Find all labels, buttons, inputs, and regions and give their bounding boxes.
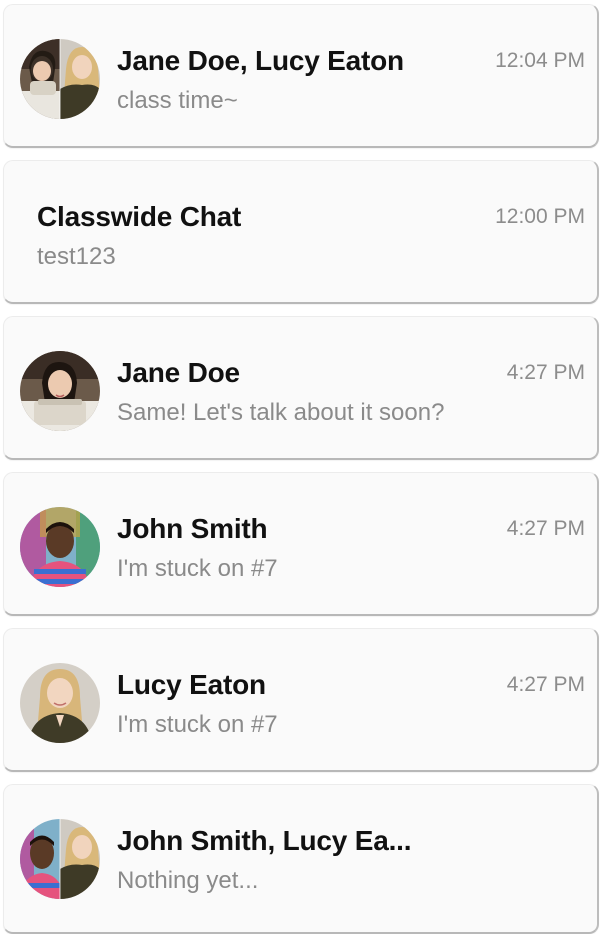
conversation-preview: I'm stuck on #7 — [117, 555, 278, 582]
conversation-name: Jane Doe — [117, 357, 240, 388]
conversation-name: Jane Doe, Lucy Eaton — [117, 45, 404, 76]
conversation-list: Jane Doe, Lucy Eaton class time~ 12:04 P… — [0, 0, 603, 934]
conversation-name: Lucy Eaton — [117, 669, 266, 700]
group-avatar-jane-lucy — [20, 39, 100, 119]
conversation-time: 12:04 PM — [495, 49, 585, 72]
conversation-item-jane-lucy[interactable]: Jane Doe, Lucy Eaton class time~ 12:04 P… — [3, 4, 599, 148]
conversation-preview: Nothing yet... — [117, 867, 259, 894]
group-avatar-john-lucy — [20, 819, 100, 899]
conversation-preview: test123 — [37, 243, 116, 270]
conversation-item-lucy[interactable]: Lucy Eaton I'm stuck on #7 4:27 PM — [3, 628, 599, 772]
conversation-preview: I'm stuck on #7 — [117, 711, 278, 738]
conversation-name: Classwide Chat — [37, 201, 242, 232]
conversation-name: John Smith — [117, 513, 268, 544]
conversation-time: 4:27 PM — [506, 673, 585, 696]
conversation-time: 12:00 PM — [495, 205, 585, 228]
conversation-name: John Smith, Lucy Ea... — [117, 825, 412, 856]
conversation-time: 4:27 PM — [506, 361, 585, 384]
conversation-item-jane[interactable]: Jane Doe Same! Let's talk about it soon?… — [3, 316, 599, 460]
conversation-preview: class time~ — [117, 87, 238, 114]
conversation-item-classwide[interactable]: Classwide Chat test123 12:00 PM — [3, 160, 599, 304]
avatar-jane — [20, 351, 100, 431]
conversation-time: 4:27 PM — [506, 517, 585, 540]
conversation-item-john-lucy[interactable]: John Smith, Lucy Ea... Nothing yet... — [3, 784, 599, 934]
conversation-preview: Same! Let's talk about it soon? — [117, 399, 445, 426]
avatar-john — [20, 507, 100, 587]
conversation-item-john[interactable]: John Smith I'm stuck on #7 4:27 PM — [3, 472, 599, 616]
avatar-lucy — [20, 663, 100, 743]
